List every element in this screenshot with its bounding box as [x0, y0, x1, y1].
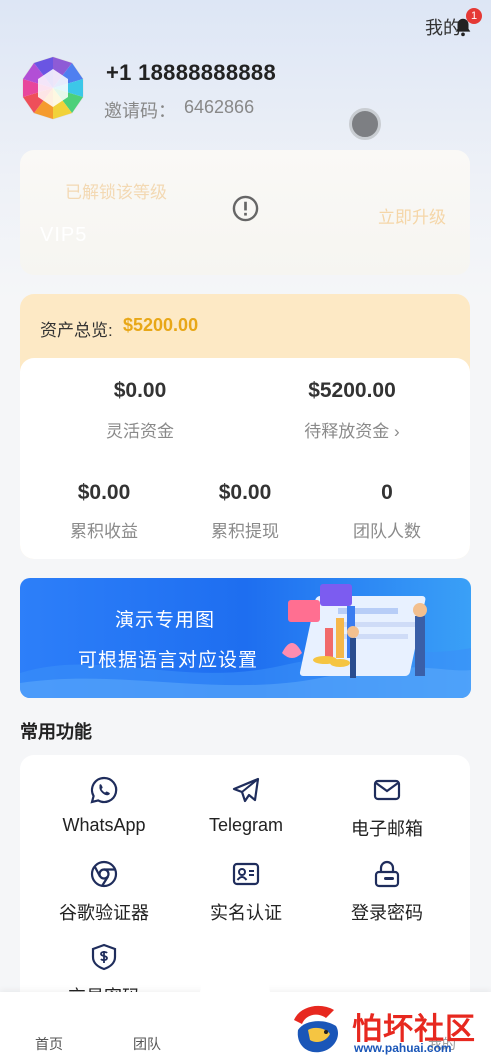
earnings-label: 累积收益 [70, 522, 138, 541]
floating-assist-button[interactable] [349, 108, 381, 140]
earnings-value: $0.00 [77, 481, 131, 504]
avatar[interactable] [20, 55, 86, 121]
pending-funds-link[interactable]: 待释放资金 › [272, 417, 432, 442]
mail-icon [373, 779, 401, 801]
login-password-item[interactable] [372, 859, 402, 894]
whatsapp-item[interactable] [89, 775, 119, 810]
google-auth-item[interactable] [89, 859, 119, 894]
team-count-label: 团队人数 [353, 522, 421, 541]
real-name-item[interactable] [231, 859, 261, 894]
chrome-icon [90, 860, 118, 888]
withdrawn-label: 累积提现 [211, 522, 279, 541]
whatsapp-label[interactable]: WhatsApp [44, 815, 164, 836]
vip-level: VIP5 [40, 224, 88, 246]
user-phone: +1 18888888888 [106, 60, 276, 85]
vip-upgrade-button[interactable]: 立即升级 [378, 203, 446, 228]
assets-title: 资产总览: [40, 321, 113, 340]
email-label[interactable]: 电子邮箱 [327, 815, 447, 841]
invite-code-label: 邀请码： [104, 101, 176, 121]
google-auth-label[interactable]: 谷歌验证器 [44, 899, 164, 925]
flexible-funds-value: $0.00 [113, 379, 167, 402]
withdrawn-value: $0.00 [218, 481, 272, 504]
team-count-value: 0 [381, 481, 393, 504]
trade-password-item[interactable] [89, 942, 119, 977]
login-password-label[interactable]: 登录密码 [327, 899, 447, 925]
flexible-funds-label: 灵活资金 [106, 422, 174, 441]
watermark-url: www.pahuai.com [354, 1041, 452, 1055]
real-name-label[interactable]: 实名认证 [186, 899, 306, 925]
invite-code-value[interactable]: 6462866 [184, 97, 254, 118]
vip-unlock-text: 已解锁该等级 [65, 183, 167, 202]
whatsapp-icon [90, 776, 118, 804]
nav-home[interactable]: 首页 [35, 1034, 63, 1054]
info-icon[interactable] [232, 195, 259, 222]
telegram-label[interactable]: Telegram [186, 815, 306, 836]
telegram-item[interactable] [231, 775, 261, 810]
notification-badge: 1 [466, 8, 482, 24]
nav-team[interactable]: 团队 [133, 1034, 161, 1054]
watermark-logo [294, 1005, 339, 1053]
banner-line-1: 演示专用图 [115, 610, 216, 631]
banner-line-2: 可根据语言对应设置 [78, 650, 259, 671]
banner-illustration [20, 584, 471, 698]
email-item[interactable] [372, 775, 402, 810]
id-card-icon [232, 862, 260, 886]
telegram-icon [232, 777, 260, 803]
lock-icon [374, 860, 400, 888]
pending-funds-value[interactable]: $5200.00 [272, 379, 432, 403]
promo-banner[interactable] [20, 578, 471, 698]
shield-dollar-icon [91, 943, 117, 971]
functions-title: 常用功能 [20, 722, 92, 742]
assets-total: $5200.00 [123, 315, 199, 335]
